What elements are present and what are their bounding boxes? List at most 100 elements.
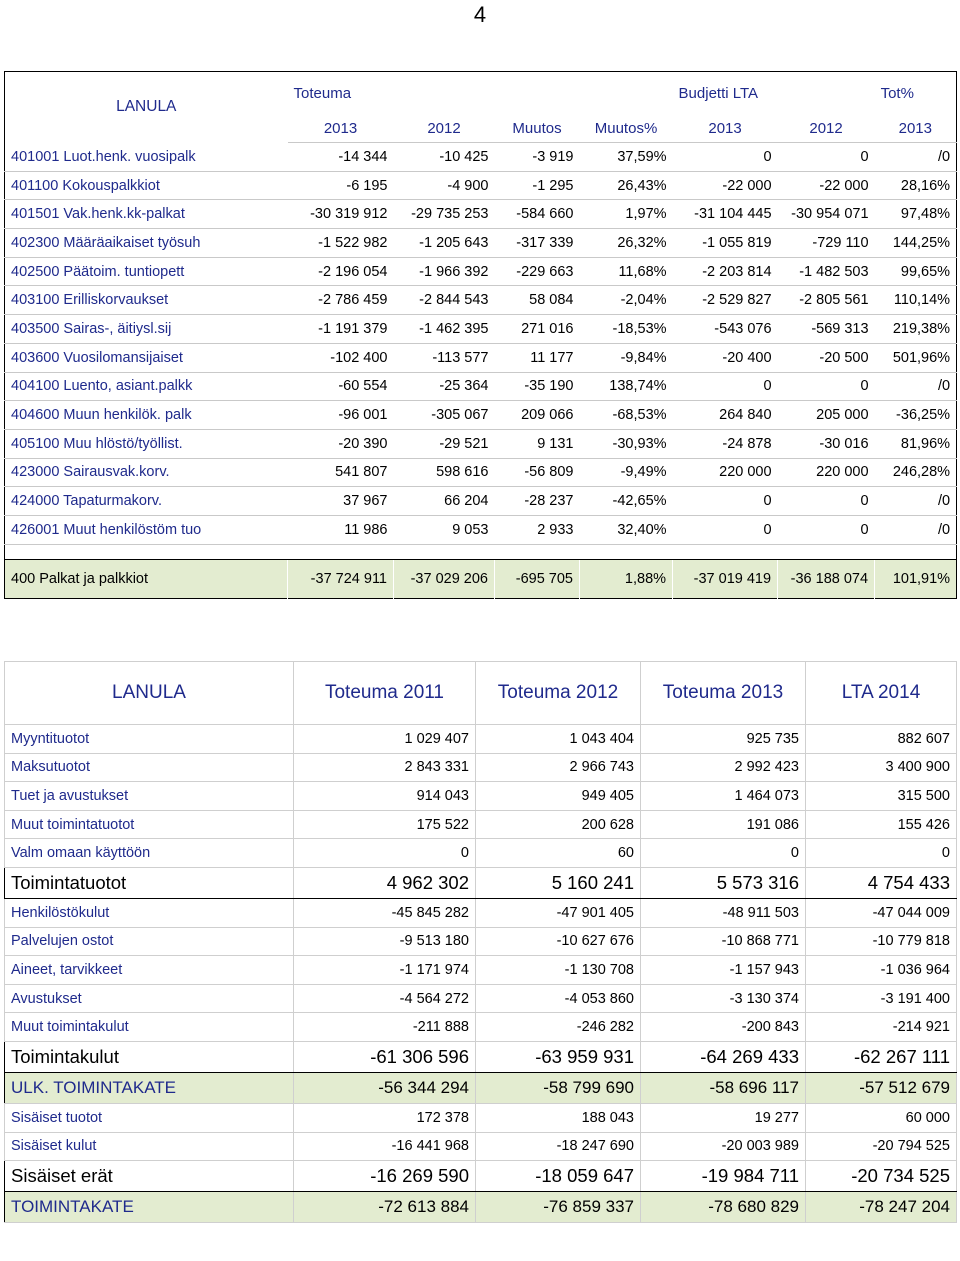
group-toteuma: Toteuma [293,84,352,102]
account-label: 402300 Määräaikaiset työsuh [4,228,288,258]
account-label: 402500 Päätoim. tuntiopett [4,257,288,287]
total-cell: -37 019 419 [672,558,778,599]
table-cell: 271 016 [494,314,580,344]
table-cell: -113 577 [393,343,495,373]
account-label: 401100 Kokouspalkkiot [4,171,288,201]
table-cell: 501,96% [874,343,957,373]
table-cell: 264 840 [672,400,778,430]
summary-cell: 60 [475,838,641,868]
table-cell: -29 521 [393,429,495,459]
summary-label: Muut toimintakulut [4,1012,294,1042]
table-cell: -36,25% [874,400,957,430]
column-header: Muutos% [579,114,673,143]
summary-cell: 1 043 404 [475,724,641,754]
summary-label: Maksutuotot [4,752,294,783]
column-header: Muutos [494,114,580,143]
total-row: 400 Palkat ja palkkiot -37 724 911 -37 0… [4,558,957,599]
summary-cell: 175 522 [293,809,476,840]
summary-cell: 4 962 302 [293,866,476,899]
column-header: 2013 [672,114,778,143]
summary-label: ULK. TOIMINTAKATE [4,1071,294,1104]
summary-cell: -214 921 [805,1012,957,1042]
summary-cell: 60 000 [805,1102,957,1133]
table-cell: 9 053 [393,515,495,545]
table-cell: -317 339 [494,228,580,258]
summary-row: Muut toimintakulut -211 888 -246 282 -200 8… [4,1012,957,1042]
highlight-total-row: ULK. TOIMINTAKATE -56 344 294 -58 799 690-… [4,1071,957,1104]
summary-cell: -4 053 860 [475,983,641,1014]
summary-cell: -18 059 647 [475,1160,641,1193]
summary-cell: -16 441 968 [293,1131,476,1162]
table-cell: 541 807 [287,458,394,488]
summary-cell: -18 247 690 [475,1131,641,1162]
summary-cell: -61 306 596 [293,1040,476,1073]
total-cell: -36 188 074 [777,558,875,599]
table-row: 405100 Muu hlöstö/työllist. -20 390 -29 52… [4,429,957,459]
summary-cell: -211 888 [293,1012,476,1042]
summary-cell: -76 859 337 [475,1191,641,1224]
summary-cell: 914 043 [293,781,476,811]
table-cell: -2 805 561 [777,285,875,316]
summary-cell: -9 513 180 [293,926,476,957]
table-cell: -9,84% [579,343,673,373]
table-cell: 37 967 [287,486,394,516]
table-cell: /0 [874,486,957,516]
table-cell: 598 616 [393,458,495,488]
summary-cell: 0 [640,838,806,868]
highlight-total-row: TOIMINTAKATE -72 613 884 -76 859 337 -78 68… [4,1191,957,1224]
table-cell: -102 400 [287,343,394,373]
table-cell: -729 110 [777,228,875,258]
summary-cell: -3 130 374 [640,983,806,1014]
account-label: 401501 Vak.henk.kk-palkat [4,199,288,230]
table-cell: /0 [874,515,957,545]
summary-label: Toimintatuotot [4,866,294,899]
table-cell: 66 204 [393,486,495,516]
table-cell: -9,49% [579,458,673,488]
summary-label: Valm omaan käyttöön [4,838,294,868]
total-cell: -37 029 206 [393,558,495,599]
table-cell: -20 390 [287,429,394,459]
summary-cell: 882 607 [805,724,957,754]
table-row: 402300 Määräaikaiset työsuh -1 522 982 -1 … [4,228,957,258]
table-cell: -1 191 379 [287,314,394,344]
summary-label: Avustukset [4,983,294,1014]
summary-cell: -20 734 525 [805,1160,957,1193]
summary-cell: -1 157 943 [640,955,806,985]
summary-label: Myyntituotot [4,724,294,754]
personnel-cost-table: LANULA Toteuma Budjetti LTA Tot% 2013 20… [4,71,958,599]
table-cell: 28,16% [874,171,957,201]
summary-cell: 188 043 [475,1102,641,1133]
summary-header: LANULA [4,661,294,725]
table-row: 423000 Sairausvak.korv. 541 807 598 616 -56… [4,458,957,488]
table-row: 401501 Vak.henk.kk-palkat -30 319 912 -29 … [4,199,957,230]
table-cell: -1 522 982 [287,228,394,258]
subtotal-row: Sisäiset erät -16 269 590 -18 059 647 -19 9… [4,1160,957,1193]
summary-row: Henkilöstökulut -45 845 282 -47 901 405 -48… [4,897,957,928]
table-cell: -2 196 054 [287,257,394,287]
summary-cell: 200 628 [475,809,641,840]
total-account: 400 Palkat ja palkkiot [4,558,288,599]
summary-cell: -20 794 525 [805,1131,957,1162]
account-label: 403600 Vuosilomansijaiset [4,343,288,373]
table-cell: -22 000 [672,171,778,201]
table-cell: -2 529 827 [672,285,778,316]
table-cell: 58 084 [494,285,580,316]
summary-cell: 4 754 433 [805,866,957,899]
table-cell: -2 786 459 [287,285,394,316]
account-label: 423000 Sairausvak.korv. [4,458,288,488]
summary-row: Sisäiset tuotot 172 378 188 043 19 277 60 00… [4,1102,957,1133]
summary-label: TOIMINTAKATE [4,1191,294,1224]
summary-cell: 2 966 743 [475,752,641,783]
account-label: 405100 Muu hlöstö/työllist. [4,429,288,459]
table-cell: 110,14% [874,285,957,316]
header-row-groups: LANULA Toteuma Budjetti LTA Tot% [5,72,957,116]
column-header: 2012 [777,114,875,143]
summary-cell: -1 036 964 [805,955,957,985]
summary-cell: -3 191 400 [805,983,957,1014]
table-cell: 209 066 [494,400,580,430]
table-cell: 26,43% [579,171,673,201]
table-cell: -6 195 [287,171,394,201]
summary-cell: -56 344 294 [293,1071,476,1104]
table-cell: -3 919 [494,142,580,172]
summary-cell: -78 247 204 [805,1191,957,1224]
